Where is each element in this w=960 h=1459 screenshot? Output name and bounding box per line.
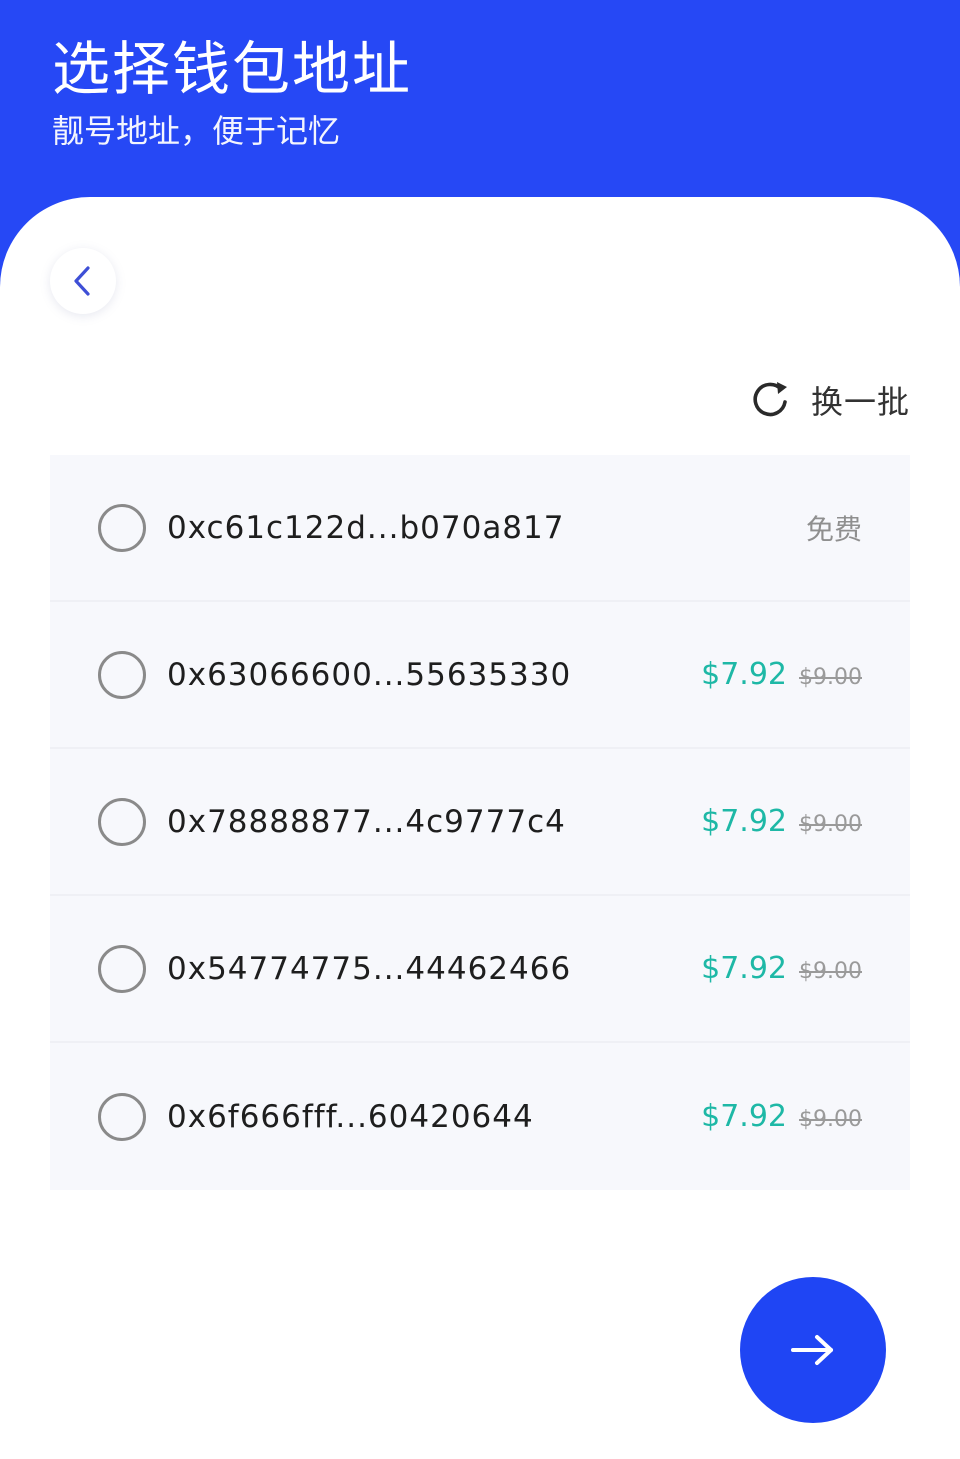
original-price: $9.00 bbox=[799, 665, 862, 690]
address-text: 0xc61c122d...b070a817 bbox=[167, 509, 565, 546]
refresh-batch-button[interactable]: 换一批 bbox=[749, 372, 910, 428]
price: $7.92 $9.00 bbox=[701, 804, 862, 839]
address-list: 0xc61c122d...b070a817 免费 0x63066600...55… bbox=[50, 455, 910, 1190]
address-option[interactable]: 0x54774775...44462466 $7.92 $9.00 bbox=[50, 896, 910, 1043]
address-text: 0x54774775...44462466 bbox=[167, 950, 572, 987]
next-button[interactable] bbox=[740, 1277, 886, 1423]
price: $7.92 $9.00 bbox=[701, 1099, 862, 1134]
page-title: 选择钱包地址 bbox=[52, 35, 413, 103]
price: 免费 bbox=[806, 508, 862, 548]
address-option[interactable]: 0x78888877...4c9777c4 $7.92 $9.00 bbox=[50, 749, 910, 896]
discounted-price: $7.92 bbox=[701, 951, 788, 986]
address-text: 0x63066600...55635330 bbox=[167, 656, 572, 693]
address-text: 0x78888877...4c9777c4 bbox=[167, 803, 566, 840]
address-option[interactable]: 0x63066600...55635330 $7.92 $9.00 bbox=[50, 602, 910, 749]
back-button[interactable] bbox=[50, 248, 116, 314]
radio-button[interactable] bbox=[98, 944, 146, 993]
discounted-price: $7.92 bbox=[701, 804, 788, 839]
original-price: $9.00 bbox=[799, 812, 862, 837]
radio-button[interactable] bbox=[98, 650, 146, 699]
price: $7.92 $9.00 bbox=[701, 951, 862, 986]
address-text: 0x6f666fff...60420644 bbox=[167, 1098, 534, 1135]
page: 选择钱包地址 靓号地址，便于记忆 换一批 0xc61c122d...b070a8… bbox=[0, 0, 960, 1459]
address-option[interactable]: 0xc61c122d...b070a817 免费 bbox=[50, 455, 910, 602]
refresh-icon bbox=[753, 382, 787, 417]
chevron-left-icon bbox=[74, 266, 90, 296]
original-price: $9.00 bbox=[799, 1107, 862, 1132]
original-price: $9.00 bbox=[799, 959, 862, 984]
discounted-price: $7.92 bbox=[701, 1099, 788, 1134]
radio-button[interactable] bbox=[98, 797, 146, 846]
free-label: 免费 bbox=[805, 512, 862, 546]
address-option[interactable]: 0x6f666fff...60420644 $7.92 $9.00 bbox=[50, 1043, 910, 1190]
radio-button[interactable] bbox=[98, 503, 146, 552]
refresh-label: 换一批 bbox=[810, 383, 910, 421]
arrow-right-icon bbox=[791, 1335, 833, 1365]
discounted-price: $7.92 bbox=[701, 657, 788, 692]
radio-button[interactable] bbox=[98, 1092, 146, 1141]
price: $7.92 $9.00 bbox=[701, 657, 862, 692]
page-subtitle: 靓号地址，便于记忆 bbox=[52, 112, 341, 150]
